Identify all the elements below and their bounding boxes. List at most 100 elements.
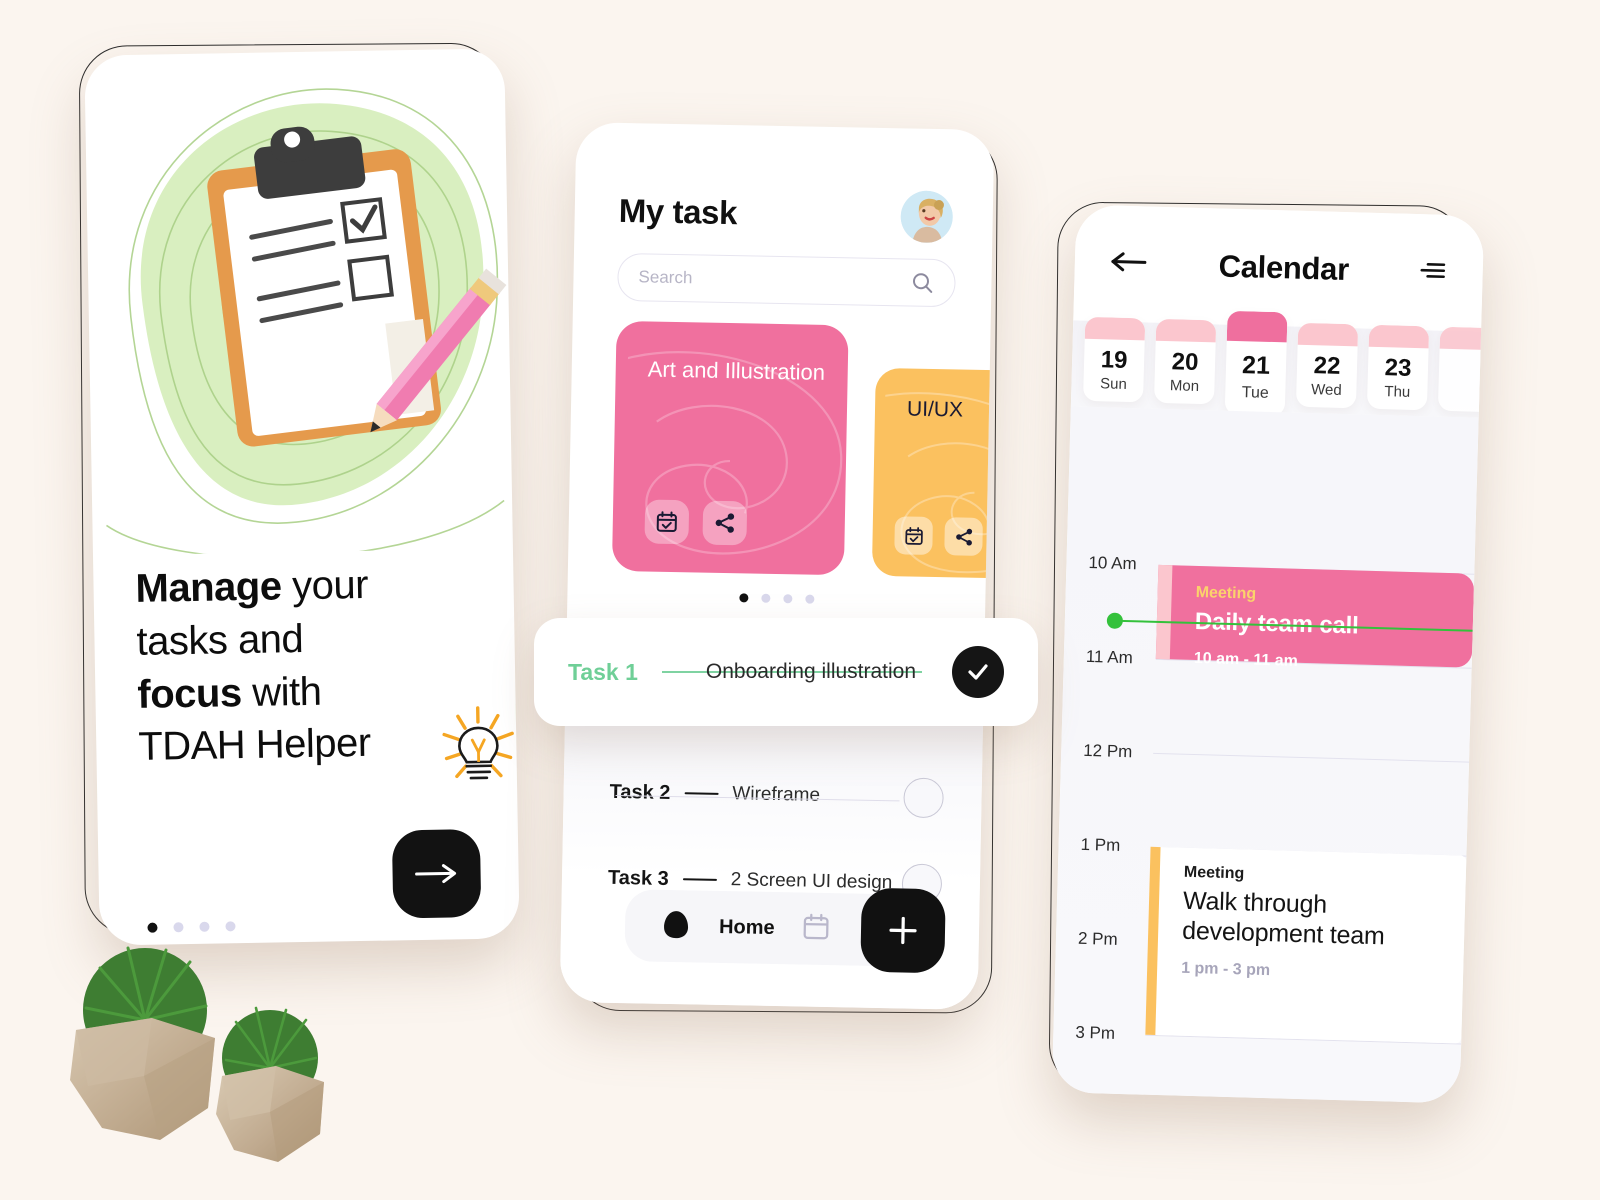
task-number: Task 2 <box>609 780 671 804</box>
completed-task-card[interactable]: Task 1 Onboarding illustration <box>534 618 1038 726</box>
task-dash <box>682 878 717 881</box>
mytask-header: My task <box>618 185 954 244</box>
date-chip[interactable]: 22 Wed <box>1295 322 1359 409</box>
card-pager[interactable] <box>567 590 985 607</box>
phone-onboarding: Manage your tasks and focus with TDAH He… <box>78 42 520 946</box>
category-carousel[interactable]: Art and Illustration UI/UX <box>611 320 995 580</box>
time-label: 1 Pm <box>1080 834 1121 855</box>
task-name: Wireframe <box>732 783 821 806</box>
event-ribbon <box>1155 564 1173 660</box>
task-strikethrough-wrap: Onboarding illustration <box>661 657 952 687</box>
task-dash <box>684 792 719 795</box>
time-label: 10 Am <box>1088 552 1137 574</box>
category-title: Art and Illustration <box>647 356 826 385</box>
current-time-dot <box>1106 612 1124 629</box>
category-card[interactable]: Art and Illustration <box>611 320 849 576</box>
date-number: 23 <box>1384 354 1412 382</box>
task-number: Task 3 <box>607 866 669 890</box>
page-title: Calendar <box>1218 248 1350 288</box>
date-chip-cap <box>1368 324 1430 349</box>
date-number: 19 <box>1100 346 1128 374</box>
date-chip[interactable]: 23 Thu <box>1366 324 1430 411</box>
time-label: 11 Am <box>1085 646 1134 668</box>
task-done-checkbox[interactable] <box>952 646 1004 698</box>
date-chip[interactable]: 19 Sun <box>1082 316 1146 403</box>
search-bar[interactable] <box>617 252 956 308</box>
headline-reg-2: tasks and <box>136 616 304 664</box>
date-chip-partial[interactable] <box>1437 326 1485 413</box>
headline-bold-3: focus <box>137 670 242 717</box>
arrow-right-icon <box>415 864 457 884</box>
date-chip[interactable]: 20 Mon <box>1153 318 1217 405</box>
date-number: 20 <box>1171 348 1199 376</box>
home-icon[interactable] <box>659 906 694 946</box>
task-checkbox[interactable] <box>903 777 944 819</box>
date-chip-cap <box>1084 316 1146 341</box>
nav-home-label[interactable]: Home <box>719 915 775 939</box>
hamburger-menu-icon[interactable] <box>1418 257 1449 289</box>
next-button[interactable] <box>391 828 482 919</box>
category-actions[interactable] <box>894 516 983 556</box>
event-ribbon <box>1145 846 1161 1036</box>
card-pager-dot-1[interactable] <box>738 593 748 603</box>
mytask-screen: My task Search Art and Illustration UI/U… <box>559 122 995 1010</box>
category-title: UI/UX <box>906 397 964 422</box>
onboarding-headline: Manage your tasks and focus with TDAH He… <box>135 557 520 780</box>
card-pager-dot-3[interactable] <box>782 594 792 604</box>
search-input[interactable] <box>638 267 911 293</box>
task-number: Task 1 <box>568 658 638 685</box>
date-chip-selected[interactable]: 21 Tue <box>1224 310 1288 417</box>
task-name: Onboarding illustration <box>705 660 917 683</box>
event-title: Walk through development team <box>1181 886 1386 951</box>
event-time-range: 1 pm - 3 pm <box>1180 959 1271 980</box>
add-task-button[interactable] <box>860 887 946 974</box>
back-arrow-icon[interactable] <box>1108 250 1149 278</box>
headline-bold-1: Manage <box>135 564 282 611</box>
poster-canvas: Manage your tasks and focus with TDAH He… <box>0 0 1600 1200</box>
headline-reg-1: your <box>281 562 369 609</box>
date-chip-cap <box>1155 318 1217 343</box>
calendar-icon[interactable] <box>800 911 831 947</box>
date-chip-cap <box>1439 326 1485 351</box>
day-timeline: 10 Am 11 Am 12 Pm 1 Pm 2 Pm 3 Pm Meeting… <box>1051 406 1479 1104</box>
date-weekday: Tue <box>1241 383 1270 402</box>
page-title: My task <box>618 191 738 232</box>
clipboard-illustration <box>84 48 513 556</box>
time-label: 12 Pm <box>1082 740 1133 762</box>
search-icon <box>912 273 933 293</box>
date-chip-cap <box>1297 322 1359 347</box>
event-time-range: 10 am - 11 am <box>1193 649 1299 670</box>
calendar-icon[interactable] <box>894 516 933 555</box>
calendar-event[interactable]: Meeting Daily team call 10 am - 11 am <box>1155 564 1475 670</box>
event-kind: Meeting <box>1195 583 1257 603</box>
card-pager-dot-2[interactable] <box>760 593 770 603</box>
phone-mytask: My task Search Art and Illustration UI/U… <box>559 122 998 1014</box>
share-icon[interactable] <box>702 500 748 546</box>
date-weekday: Wed <box>1310 381 1342 399</box>
potted-plants-decoration <box>40 890 380 1190</box>
headline-reg-4: TDAH Helper <box>137 721 372 770</box>
plus-icon <box>889 916 917 945</box>
check-icon <box>968 664 988 680</box>
date-number: 22 <box>1313 352 1341 380</box>
task-name: 2 Screen UI design <box>730 869 893 894</box>
date-weekday: Mon <box>1169 377 1200 395</box>
date-strip[interactable]: 19 Sun 20 Mon 21 Tue 22 Wed 23 Thu <box>1082 310 1485 423</box>
date-weekday: Thu <box>1384 383 1411 401</box>
headline-reg-3: with <box>241 669 322 715</box>
time-gridline <box>1153 752 1470 763</box>
calendar-screen: Calendar 19 Sun 20 Mon 21 Tue 22 Wed 23 … <box>1051 204 1485 1104</box>
date-weekday: Sun <box>1099 375 1128 393</box>
calendar-event[interactable]: Meeting Walk through development team 1 … <box>1145 846 1467 1044</box>
onboarding-screen: Manage your tasks and focus with TDAH He… <box>84 48 520 946</box>
time-label: 2 Pm <box>1077 928 1118 949</box>
category-actions[interactable] <box>644 499 748 546</box>
share-icon[interactable] <box>944 517 983 556</box>
date-chip-cap <box>1226 310 1288 343</box>
calendar-icon[interactable] <box>644 499 690 545</box>
category-card[interactable]: UI/UX <box>871 367 995 580</box>
avatar[interactable] <box>900 190 954 244</box>
card-pager-dot-4[interactable] <box>804 594 814 604</box>
phone-calendar: Calendar 19 Sun 20 Mon 21 Tue 22 Wed 23 … <box>1048 201 1485 1104</box>
event-kind: Meeting <box>1183 863 1245 883</box>
